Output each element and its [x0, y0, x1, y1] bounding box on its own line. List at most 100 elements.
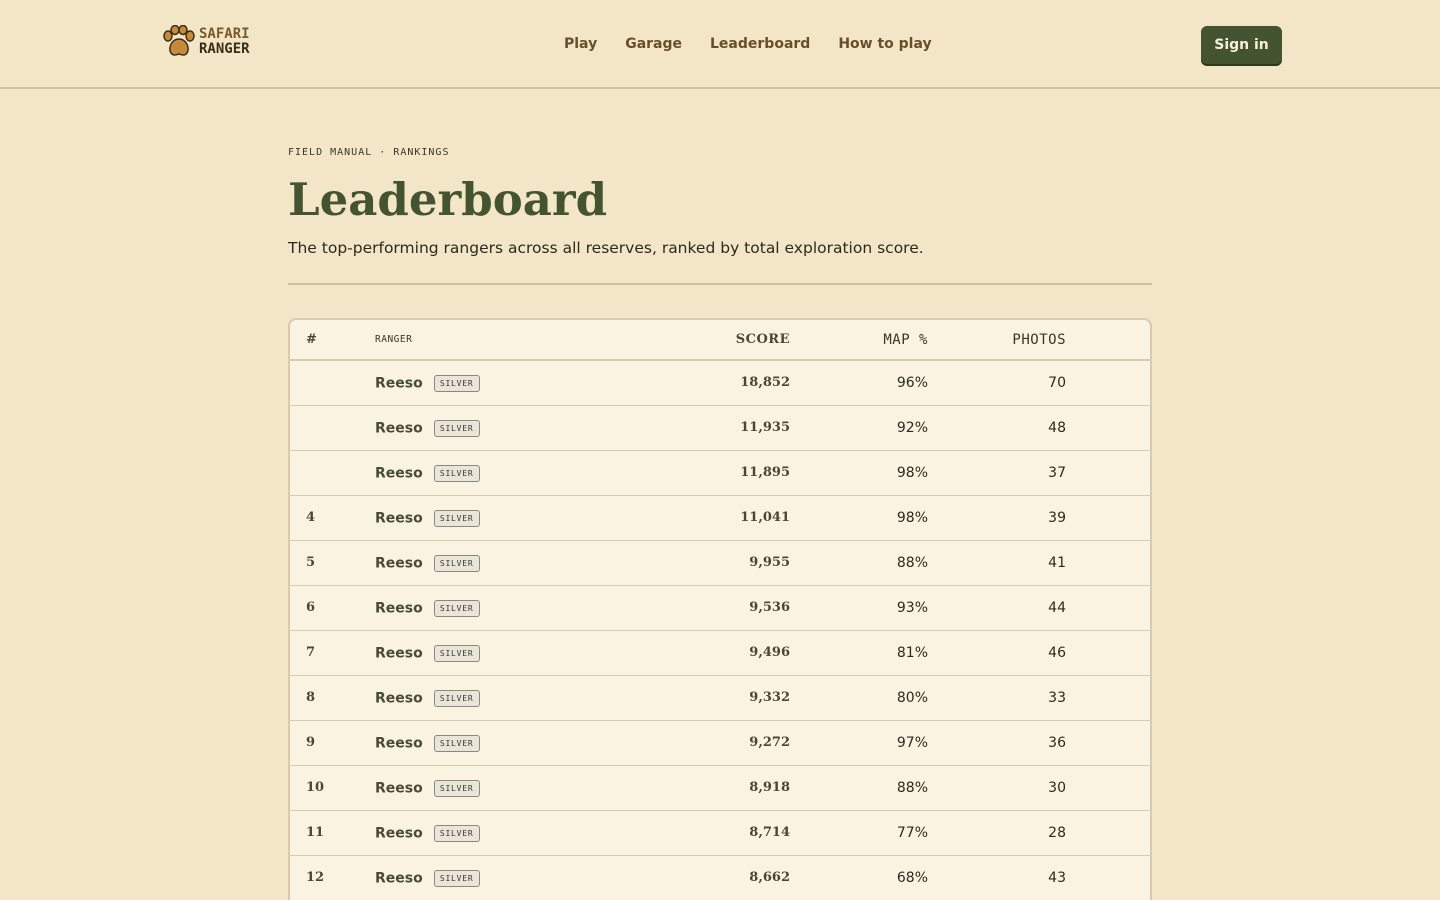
ranger-cell: Reeso SILVER — [375, 360, 675, 406]
table-row[interactable]: 10 Reeso SILVER 8,918 88% 30 — [290, 765, 1150, 811]
ranger-cell: Reeso SILVER — [375, 810, 675, 856]
table-row[interactable]: Reeso SILVER 18,852 96% 70 — [290, 360, 1150, 406]
table-row[interactable]: 9 Reeso SILVER 9,272 97% 36 — [290, 720, 1150, 766]
ranger-name[interactable]: Reeso — [375, 736, 423, 752]
table-row[interactable]: 11 Reeso SILVER 8,714 77% 28 — [290, 810, 1150, 856]
logo-line-2: RANGER — [199, 41, 250, 57]
score-cell: 8,918 — [675, 765, 790, 811]
score-cell: 8,662 — [675, 855, 790, 900]
ranger-name[interactable]: Reeso — [375, 376, 423, 392]
sign-in-button[interactable]: Sign in — [1201, 26, 1282, 64]
rank-cell: 8 — [290, 675, 375, 721]
ranger-name[interactable]: Reeso — [375, 556, 423, 572]
spacer-cell — [1066, 495, 1150, 541]
nav-how-to-play[interactable]: How to play — [838, 34, 931, 54]
photos-cell: 33 — [928, 675, 1066, 721]
table-header-row: # RANGER SCORE MAP % PHOTOS — [290, 320, 1150, 361]
map-cell: 93% — [790, 585, 928, 631]
spacer-cell — [1066, 585, 1150, 631]
score-cell: 8,714 — [675, 810, 790, 856]
page-title: Leaderboard — [288, 173, 608, 226]
spacer-cell — [1066, 405, 1150, 451]
ranger-name[interactable]: Reeso — [375, 691, 423, 707]
nav-play[interactable]: Play — [564, 34, 597, 54]
photos-cell: 36 — [928, 720, 1066, 766]
column-score[interactable]: SCORE — [675, 320, 790, 361]
photos-cell: 41 — [928, 540, 1066, 586]
spacer-cell — [1066, 450, 1150, 496]
ranger-name[interactable]: Reeso — [375, 421, 423, 437]
column-map[interactable]: MAP % — [790, 320, 928, 361]
ranger-name[interactable]: Reeso — [375, 646, 423, 662]
column-ranger[interactable]: RANGER — [375, 320, 675, 361]
main-content: FIELD MANUAL · RANKINGS Leaderboard The … — [288, 145, 1152, 900]
tier-badge: SILVER — [433, 780, 480, 797]
tier-badge: SILVER — [433, 375, 480, 393]
photos-cell: 70 — [928, 360, 1066, 406]
site-header: SAFARI RANGER Play Garage Leaderboard Ho… — [0, 0, 1440, 89]
ranger-cell: Reeso SILVER — [375, 405, 675, 451]
ranger-name[interactable]: Reeso — [375, 466, 423, 482]
logo-line-1: SAFARI — [199, 26, 250, 42]
spacer-cell — [1066, 720, 1150, 766]
score-cell: 18,852 — [675, 360, 790, 406]
map-cell: 96% — [790, 360, 928, 406]
score-cell: 11,041 — [675, 495, 790, 541]
map-cell: 68% — [790, 855, 928, 900]
score-cell: 9,332 — [675, 675, 790, 721]
map-cell: 77% — [790, 810, 928, 856]
table-row[interactable]: 5 Reeso SILVER 9,955 88% 41 — [290, 540, 1150, 586]
photos-cell: 46 — [928, 630, 1066, 676]
table-row[interactable]: 12 Reeso SILVER 8,662 68% 43 — [290, 855, 1150, 900]
divider — [288, 283, 1152, 285]
score-cell: 9,272 — [675, 720, 790, 766]
photos-cell: 43 — [928, 855, 1066, 900]
table-row[interactable]: 7 Reeso SILVER 9,496 81% 46 — [290, 630, 1150, 676]
spacer-cell — [1066, 765, 1150, 811]
spacer-cell — [1066, 675, 1150, 721]
ranger-name[interactable]: Reeso — [375, 601, 423, 617]
nav-garage[interactable]: Garage — [625, 34, 682, 54]
map-cell: 88% — [790, 765, 928, 811]
map-cell: 80% — [790, 675, 928, 721]
ranger-cell: Reeso SILVER — [375, 675, 675, 721]
ranger-name[interactable]: Reeso — [375, 826, 423, 842]
logo[interactable]: SAFARI RANGER — [161, 25, 250, 59]
map-cell: 98% — [790, 495, 928, 541]
photos-cell: 39 — [928, 495, 1066, 541]
column-rank[interactable]: # — [290, 320, 375, 361]
photos-cell: 30 — [928, 765, 1066, 811]
ranger-cell: Reeso SILVER — [375, 765, 675, 811]
table-row[interactable]: 6 Reeso SILVER 9,536 93% 44 — [290, 585, 1150, 631]
score-cell: 11,895 — [675, 450, 790, 496]
table-row[interactable]: 8 Reeso SILVER 9,332 80% 33 — [290, 675, 1150, 721]
score-cell: 9,496 — [675, 630, 790, 676]
rank-cell: 11 — [290, 810, 375, 856]
ranger-cell: Reeso SILVER — [375, 585, 675, 631]
spacer-cell — [1066, 810, 1150, 856]
tier-badge: SILVER — [433, 600, 480, 617]
tier-badge: SILVER — [433, 555, 480, 572]
map-cell: 92% — [790, 405, 928, 451]
ranger-cell: Reeso SILVER — [375, 450, 675, 496]
column-photos[interactable]: PHOTOS — [928, 320, 1066, 361]
spacer-cell — [1066, 630, 1150, 676]
ranger-cell: Reeso SILVER — [375, 855, 675, 900]
ranger-name[interactable]: Reeso — [375, 781, 423, 797]
tier-badge: SILVER — [433, 510, 480, 527]
map-cell: 81% — [790, 630, 928, 676]
rank-cell — [290, 450, 375, 496]
leaderboard-table: # RANGER SCORE MAP % PHOTOS Reeso SILVER… — [288, 318, 1152, 900]
table-row[interactable]: Reeso SILVER 11,895 98% 37 — [290, 450, 1150, 496]
ranger-name[interactable]: Reeso — [375, 871, 423, 887]
nav-leaderboard[interactable]: Leaderboard — [710, 34, 810, 54]
photos-cell: 37 — [928, 450, 1066, 496]
photos-cell: 28 — [928, 810, 1066, 856]
rank-cell: 10 — [290, 765, 375, 811]
table-row[interactable]: 4 Reeso SILVER 11,041 98% 39 — [290, 495, 1150, 541]
rank-cell: 5 — [290, 540, 375, 586]
tier-badge: SILVER — [433, 735, 480, 752]
table-row[interactable]: Reeso SILVER 11,935 92% 48 — [290, 405, 1150, 451]
rank-cell: 4 — [290, 495, 375, 541]
ranger-name[interactable]: Reeso — [375, 511, 423, 527]
